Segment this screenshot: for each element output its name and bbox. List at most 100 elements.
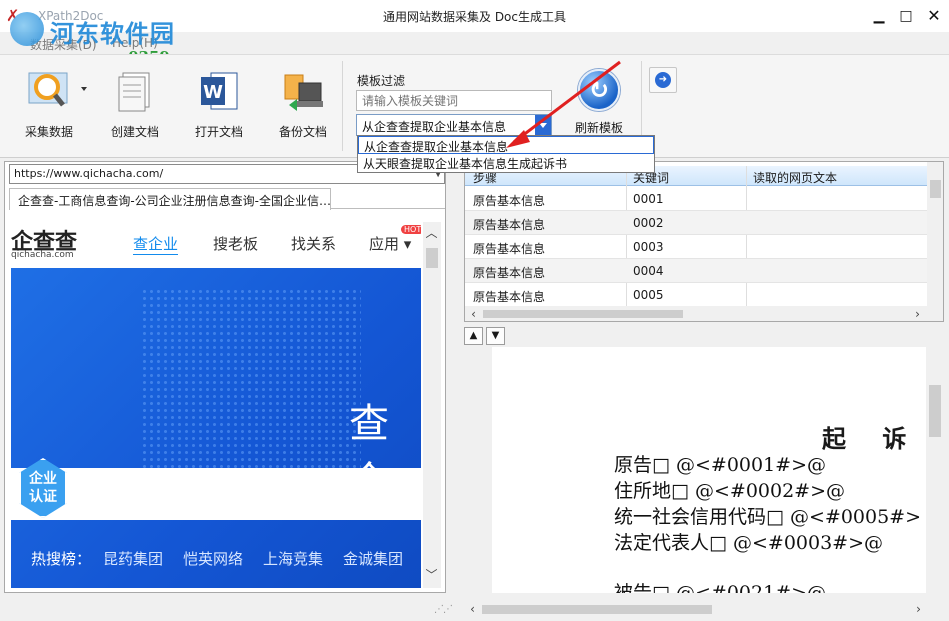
- grid-horizontal-scrollbar[interactable]: ‹ ›: [465, 306, 943, 321]
- cell-step: 原告基本信息: [473, 266, 546, 280]
- cell-step: 原告基本信息: [473, 218, 546, 232]
- browser-pane: https://www.qichacha.com/ ▼ 企查查-工商信息查询-公…: [4, 161, 446, 593]
- move-up-button[interactable]: ▲: [464, 327, 483, 345]
- hero-map-dots: [141, 288, 361, 488]
- hot-search-item[interactable]: 昆药集团: [103, 548, 163, 569]
- scroll-thumb[interactable]: [482, 605, 712, 614]
- open-doc-button[interactable]: W 打开文档: [184, 69, 254, 140]
- cell-keyword: 0003: [633, 240, 664, 254]
- hero-banner: 查企 企业 认证 热搜榜： 昆药集团 恺英网络 上海竞集 金诚集团: [11, 268, 421, 588]
- cell-step: 原告基本信息: [473, 194, 546, 208]
- site-logo-sub: qichacha.com: [11, 250, 74, 260]
- browser-tab-strip: 企查查-工商信息查询-公司企业注册信息查询-全国企业信…: [9, 187, 445, 210]
- template-select-value: 从企查查提取企业基本信息: [362, 120, 507, 134]
- document-preview: 起 诉 原告□ @<#0001#>@ 住所地□ @<#0002#>@ 统一社会信…: [492, 347, 944, 593]
- hot-search-item[interactable]: 金诚集团: [343, 548, 403, 569]
- magnifier-icon: [27, 69, 87, 113]
- scroll-right-icon[interactable]: ›: [910, 602, 927, 616]
- scroll-left-icon[interactable]: ‹: [464, 602, 481, 616]
- table-row[interactable]: 原告基本信息 0005: [465, 283, 927, 307]
- url-text: https://www.qichacha.com/: [14, 167, 164, 180]
- scroll-right-icon[interactable]: ›: [909, 307, 926, 321]
- document-line: 法定代表人□ @<#0003#>@: [614, 532, 884, 554]
- cell-keyword: 0004: [633, 264, 664, 278]
- grid-vertical-scrollbar[interactable]: [927, 162, 943, 306]
- badge-line-1: 企业: [29, 471, 57, 487]
- cell-step: 原告基本信息: [473, 242, 546, 256]
- document-line: 原告□ @<#0001#>@: [614, 454, 827, 476]
- scroll-thumb[interactable]: [483, 310, 683, 318]
- dropdown-option[interactable]: 从天眼查提取企业基本信息生成起诉书: [358, 154, 654, 172]
- resize-grip-icon[interactable]: ⋰⋰: [434, 604, 453, 615]
- table-row[interactable]: 原告基本信息 0001: [465, 187, 927, 211]
- certification-badge[interactable]: 企业 认证: [11, 458, 75, 522]
- open-doc-label: 打开文档: [194, 125, 243, 139]
- table-row[interactable]: 原告基本信息 0003: [465, 235, 927, 259]
- collapse-ribbon-button[interactable]: ➜: [649, 67, 677, 93]
- scroll-up-icon[interactable]: ︿: [423, 224, 440, 241]
- table-row[interactable]: 原告基本信息 0004: [465, 259, 927, 283]
- document-line: 统一社会信用代码□ @<#0005#>: [614, 506, 922, 528]
- backup-icon: [281, 69, 325, 113]
- browser-vertical-scrollbar[interactable]: ︿ ﹀: [423, 222, 441, 588]
- cell-keyword: 0002: [633, 216, 664, 230]
- document-line: 住所地□ @<#0002#>@: [614, 480, 846, 502]
- window-title: 通用网站数据采集及 Doc生成工具: [383, 10, 566, 24]
- template-filter-label: 模板过滤: [357, 74, 406, 88]
- hot-badge: HOT: [401, 225, 421, 234]
- chevron-down-icon[interactable]: [535, 115, 551, 135]
- cell-keyword: 0005: [633, 288, 664, 302]
- nav-apps[interactable]: 应用 ▾: [369, 233, 411, 254]
- close-icon[interactable]: ✕: [920, 6, 948, 26]
- dropdown-option[interactable]: 从企查查提取企业基本信息: [358, 136, 654, 154]
- scroll-left-icon[interactable]: ‹: [465, 307, 482, 321]
- hot-search-label: 热搜榜：: [31, 550, 92, 568]
- ribbon-separator: [342, 61, 343, 151]
- document-line: 被告□ @<#0021#>@: [614, 582, 827, 593]
- collect-data-label: 采集数据: [24, 125, 73, 139]
- scroll-thumb[interactable]: [929, 385, 941, 437]
- browser-tab[interactable]: 企查查-工商信息查询-公司企业注册信息查询-全国企业信…: [9, 188, 331, 210]
- move-down-button[interactable]: ▼: [486, 327, 505, 345]
- nav-search-boss[interactable]: 搜老板: [213, 233, 258, 254]
- table-row[interactable]: 原告基本信息 0002: [465, 211, 927, 235]
- scroll-down-icon[interactable]: ﹀: [423, 566, 440, 583]
- documents-icon: [113, 69, 157, 113]
- document-gutter: [464, 347, 492, 593]
- template-select[interactable]: 从企查查提取企业基本信息: [356, 114, 552, 136]
- document-horizontal-scrollbar[interactable]: ‹ ›: [464, 601, 944, 618]
- template-filter-input[interactable]: [356, 90, 552, 111]
- badge-line-2: 认证: [29, 489, 57, 505]
- document-title: 起 诉: [822, 424, 921, 453]
- arrow-circle-icon: ➜: [655, 72, 671, 88]
- backup-doc-button[interactable]: 备份文档: [268, 69, 338, 140]
- title-bar: ✗ XPath2Doc 通用网站数据采集及 Doc生成工具 ▁ □ ✕: [0, 0, 949, 32]
- col-header-text[interactable]: 读取的网页文本: [753, 169, 837, 186]
- refresh-icon: ↻: [578, 69, 620, 111]
- scroll-thumb[interactable]: [930, 180, 941, 198]
- svg-text:W: W: [203, 82, 223, 103]
- badge-text: 企业 认证: [21, 470, 65, 506]
- document-toolbar: ▲ ▼: [464, 325, 944, 347]
- backup-doc-label: 备份文档: [278, 125, 327, 139]
- template-dropdown-list: 从企查查提取企业基本信息 从天眼查提取企业基本信息生成起诉书: [357, 135, 655, 173]
- document-vertical-scrollbar[interactable]: [926, 347, 944, 593]
- minimize-icon[interactable]: ▁: [865, 6, 893, 26]
- nav-search-company[interactable]: 查企业: [133, 233, 179, 255]
- menu-data-collect[interactable]: 数据采集(D): [30, 36, 97, 53]
- nav-find-relation[interactable]: 找关系: [291, 233, 336, 254]
- word-icon: W: [197, 69, 241, 113]
- refresh-template-button[interactable]: ↻ 刷新模板: [568, 69, 630, 136]
- maximize-icon[interactable]: □: [892, 6, 920, 26]
- hot-search-item[interactable]: 恺英网络: [183, 548, 243, 569]
- collect-data-button[interactable]: 采集数据: [14, 69, 87, 140]
- refresh-template-label: 刷新模板: [574, 121, 623, 135]
- menu-help[interactable]: Help(H): [112, 36, 158, 50]
- menu-bar: 数据采集(D) Help(H): [0, 32, 949, 54]
- data-grid: 步骤 关键词 读取的网页文本 原告基本信息 0001 原告基本信息 0002 原…: [464, 161, 944, 322]
- web-view: 企查查 qichacha.com 查企业 搜老板 找关系 应用 ▾ HOT 查企…: [11, 216, 421, 588]
- cell-keyword: 0001: [633, 192, 664, 206]
- create-doc-button[interactable]: 创建文档: [100, 69, 170, 140]
- scroll-thumb[interactable]: [426, 248, 438, 268]
- hot-search-item[interactable]: 上海竞集: [263, 548, 323, 569]
